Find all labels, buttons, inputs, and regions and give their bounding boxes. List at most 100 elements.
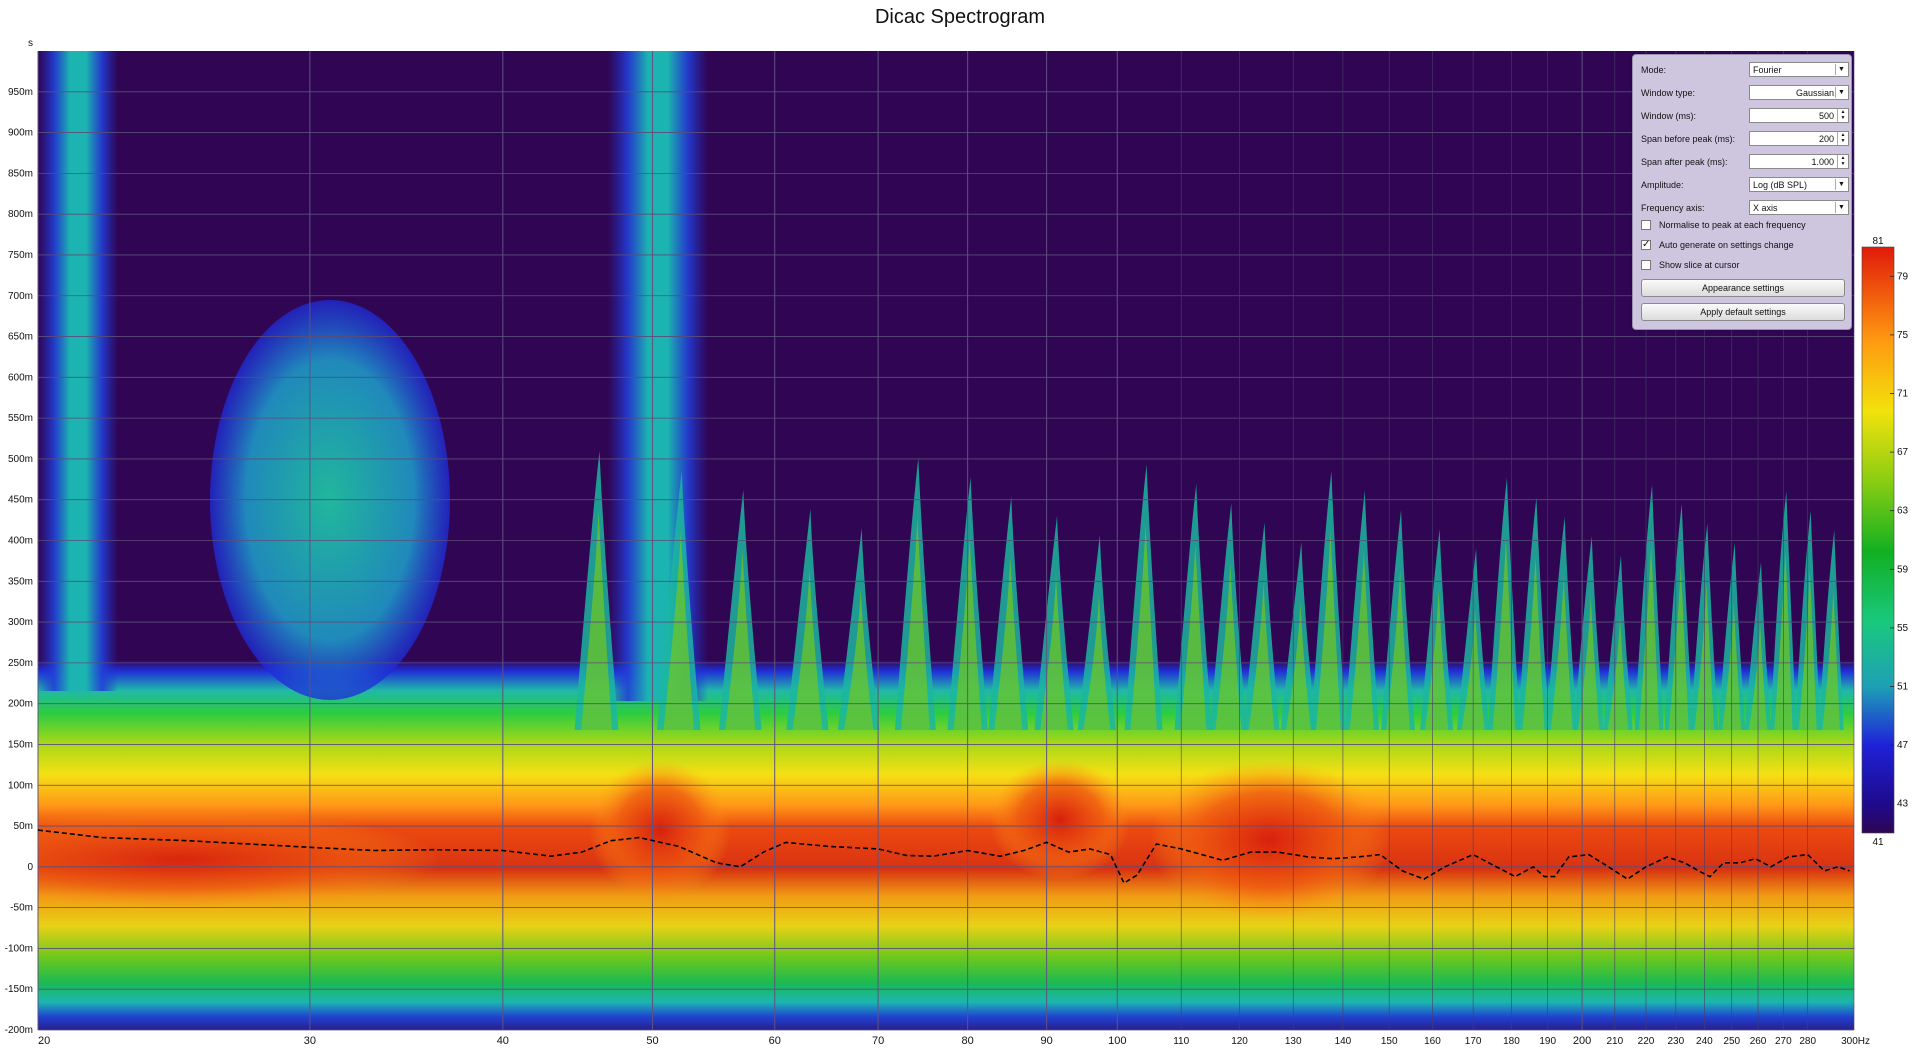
setting-dropdown[interactable]: X axis ▼: [1749, 200, 1849, 215]
x-tick-label: 230: [1667, 1036, 1684, 1047]
setting-row: Span after peak (ms): 1.000 ▲ ▼: [1641, 153, 1849, 171]
x-tick-label: 150: [1381, 1036, 1398, 1047]
setting-value: Gaussian: [1795, 88, 1834, 98]
checkbox[interactable]: [1641, 220, 1651, 230]
x-tick-label: 80: [962, 1035, 974, 1047]
x-tick-label: 120: [1231, 1036, 1248, 1047]
x-tick-label: 110: [1173, 1036, 1189, 1047]
x-tick-label: 100: [1108, 1035, 1126, 1047]
colorbar-tick-label: 67: [1897, 447, 1909, 458]
x-axis: 20 30 40 50 60 70 80 90 100 110 120 130 140 150 160 170…: [38, 1035, 1870, 1047]
y-tick-label: -50m: [10, 903, 33, 914]
x-tick-label: 180: [1503, 1036, 1520, 1047]
setting-dropdown[interactable]: Gaussian ▼: [1749, 85, 1849, 100]
setting-label: Span before peak (ms):: [1641, 134, 1736, 144]
setting-spinner[interactable]: 200 ▲ ▼: [1749, 131, 1849, 146]
x-tick-label: 250: [1723, 1036, 1740, 1047]
y-tick-label: 700m: [8, 291, 33, 302]
spinner-arrows-icon[interactable]: ▲ ▼: [1837, 155, 1848, 168]
y-tick-label: 200m: [8, 699, 33, 710]
checkbox-label: Normalise to peak at each frequency: [1659, 220, 1806, 230]
x-tick-label: 40: [497, 1035, 509, 1047]
x-tick-label: 140: [1335, 1036, 1352, 1047]
y-tick-label: 350m: [8, 576, 33, 587]
setting-row: Span before peak (ms): 200 ▲ ▼: [1641, 130, 1849, 148]
x-tick-label: 260: [1750, 1036, 1767, 1047]
x-tick-label: 220: [1638, 1036, 1655, 1047]
y-tick-label: 850m: [8, 168, 33, 179]
colorbar-tick-label: 47: [1897, 740, 1909, 751]
y-tick-label: 400m: [8, 536, 33, 547]
setting-label: Frequency axis:: [1641, 203, 1705, 213]
appearance-settings-button[interactable]: Appearance settings: [1641, 279, 1845, 297]
x-tick-label: 240: [1696, 1036, 1713, 1047]
setting-dropdown[interactable]: Log (dB SPL) ▼: [1749, 177, 1849, 192]
setting-value: Fourier: [1753, 65, 1782, 75]
colorbar-tick-label: 51: [1897, 682, 1909, 693]
setting-label: Window type:: [1641, 88, 1696, 98]
spinner-arrows-icon[interactable]: ▲ ▼: [1837, 132, 1848, 145]
setting-label: Window (ms):: [1641, 111, 1697, 121]
colorbar-tick-label: 75: [1897, 330, 1909, 341]
colorbar-tick-label: 81: [1872, 236, 1884, 247]
x-tick-label: 200: [1573, 1035, 1591, 1047]
checkbox[interactable]: [1641, 260, 1651, 270]
setting-dropdown[interactable]: Fourier ▼: [1749, 62, 1849, 77]
y-tick-label: 750m: [8, 250, 33, 261]
setting-value: Log (dB SPL): [1753, 180, 1808, 190]
y-tick-label: 550m: [8, 413, 33, 424]
setting-row: Window (ms): 500 ▲ ▼: [1641, 107, 1849, 125]
checkbox-label: Show slice at cursor: [1659, 260, 1740, 270]
y-tick-label: 0: [27, 862, 33, 873]
y-tick-label: -200m: [5, 1025, 33, 1036]
x-tick-label: 20: [38, 1035, 50, 1047]
colorbar-tick-label: 71: [1897, 389, 1909, 400]
x-tick-label: 30: [304, 1035, 316, 1047]
y-tick-label: -100m: [5, 943, 33, 954]
spectrogram-settings-panel: Mode: Fourier ▼ Window type: Gaussian ▼ Window…: [1632, 54, 1852, 330]
chevron-down-icon[interactable]: ▼: [1835, 64, 1847, 75]
y-axis-unit: s: [28, 38, 33, 49]
colorbar-tick-label: 79: [1897, 271, 1909, 282]
x-tick-label: 300Hz: [1841, 1036, 1870, 1047]
setting-spinner[interactable]: 500 ▲ ▼: [1749, 108, 1849, 123]
setting-label: Mode:: [1641, 65, 1667, 75]
x-tick-label: 130: [1285, 1036, 1302, 1047]
chevron-down-icon[interactable]: ▼: [1835, 179, 1847, 190]
setting-value: 200: [1818, 134, 1834, 144]
colorbar: [1861, 246, 1895, 834]
y-tick-label: 100m: [8, 780, 33, 791]
setting-row: Window type: Gaussian ▼: [1641, 84, 1849, 102]
y-tick-label: 450m: [8, 495, 33, 506]
y-tick-label: 300m: [8, 617, 33, 628]
y-tick-label: 950m: [8, 87, 33, 98]
x-tick-label: 210: [1606, 1036, 1623, 1047]
setting-spinner[interactable]: 1.000 ▲ ▼: [1749, 154, 1849, 169]
y-tick-label: 50m: [14, 821, 33, 832]
colorbar-tick-label: 63: [1897, 506, 1909, 517]
checkbox-label: Auto generate on settings change: [1659, 240, 1794, 250]
chevron-down-icon[interactable]: ▼: [1835, 87, 1847, 98]
colorbar-tick-label: 59: [1897, 564, 1909, 575]
spinner-arrows-icon[interactable]: ▲ ▼: [1837, 109, 1848, 122]
colorbar-tick-label: 43: [1897, 799, 1909, 810]
checkbox[interactable]: ✓: [1641, 240, 1651, 250]
setting-label: Amplitude:: [1641, 180, 1684, 190]
y-tick-label: 650m: [8, 332, 33, 343]
y-tick-label: -150m: [5, 984, 33, 995]
setting-row: Mode: Fourier ▼: [1641, 61, 1849, 79]
setting-row: Amplitude: Log (dB SPL) ▼: [1641, 176, 1849, 194]
y-tick-label: 150m: [8, 739, 33, 750]
x-tick-label: 160: [1424, 1036, 1441, 1047]
x-tick-label: 70: [872, 1035, 884, 1047]
y-tick-label: 600m: [8, 372, 33, 383]
apply-default-settings-button[interactable]: Apply default settings: [1641, 303, 1845, 321]
x-tick-label: 190: [1539, 1036, 1556, 1047]
x-tick-label: 60: [769, 1035, 781, 1047]
y-tick-label: 900m: [8, 128, 33, 139]
chevron-down-icon[interactable]: ▼: [1835, 202, 1847, 213]
y-tick-label: 800m: [8, 209, 33, 220]
y-tick-label: 250m: [8, 658, 33, 669]
x-tick-label: 270: [1775, 1036, 1792, 1047]
setting-label: Span after peak (ms):: [1641, 157, 1728, 167]
